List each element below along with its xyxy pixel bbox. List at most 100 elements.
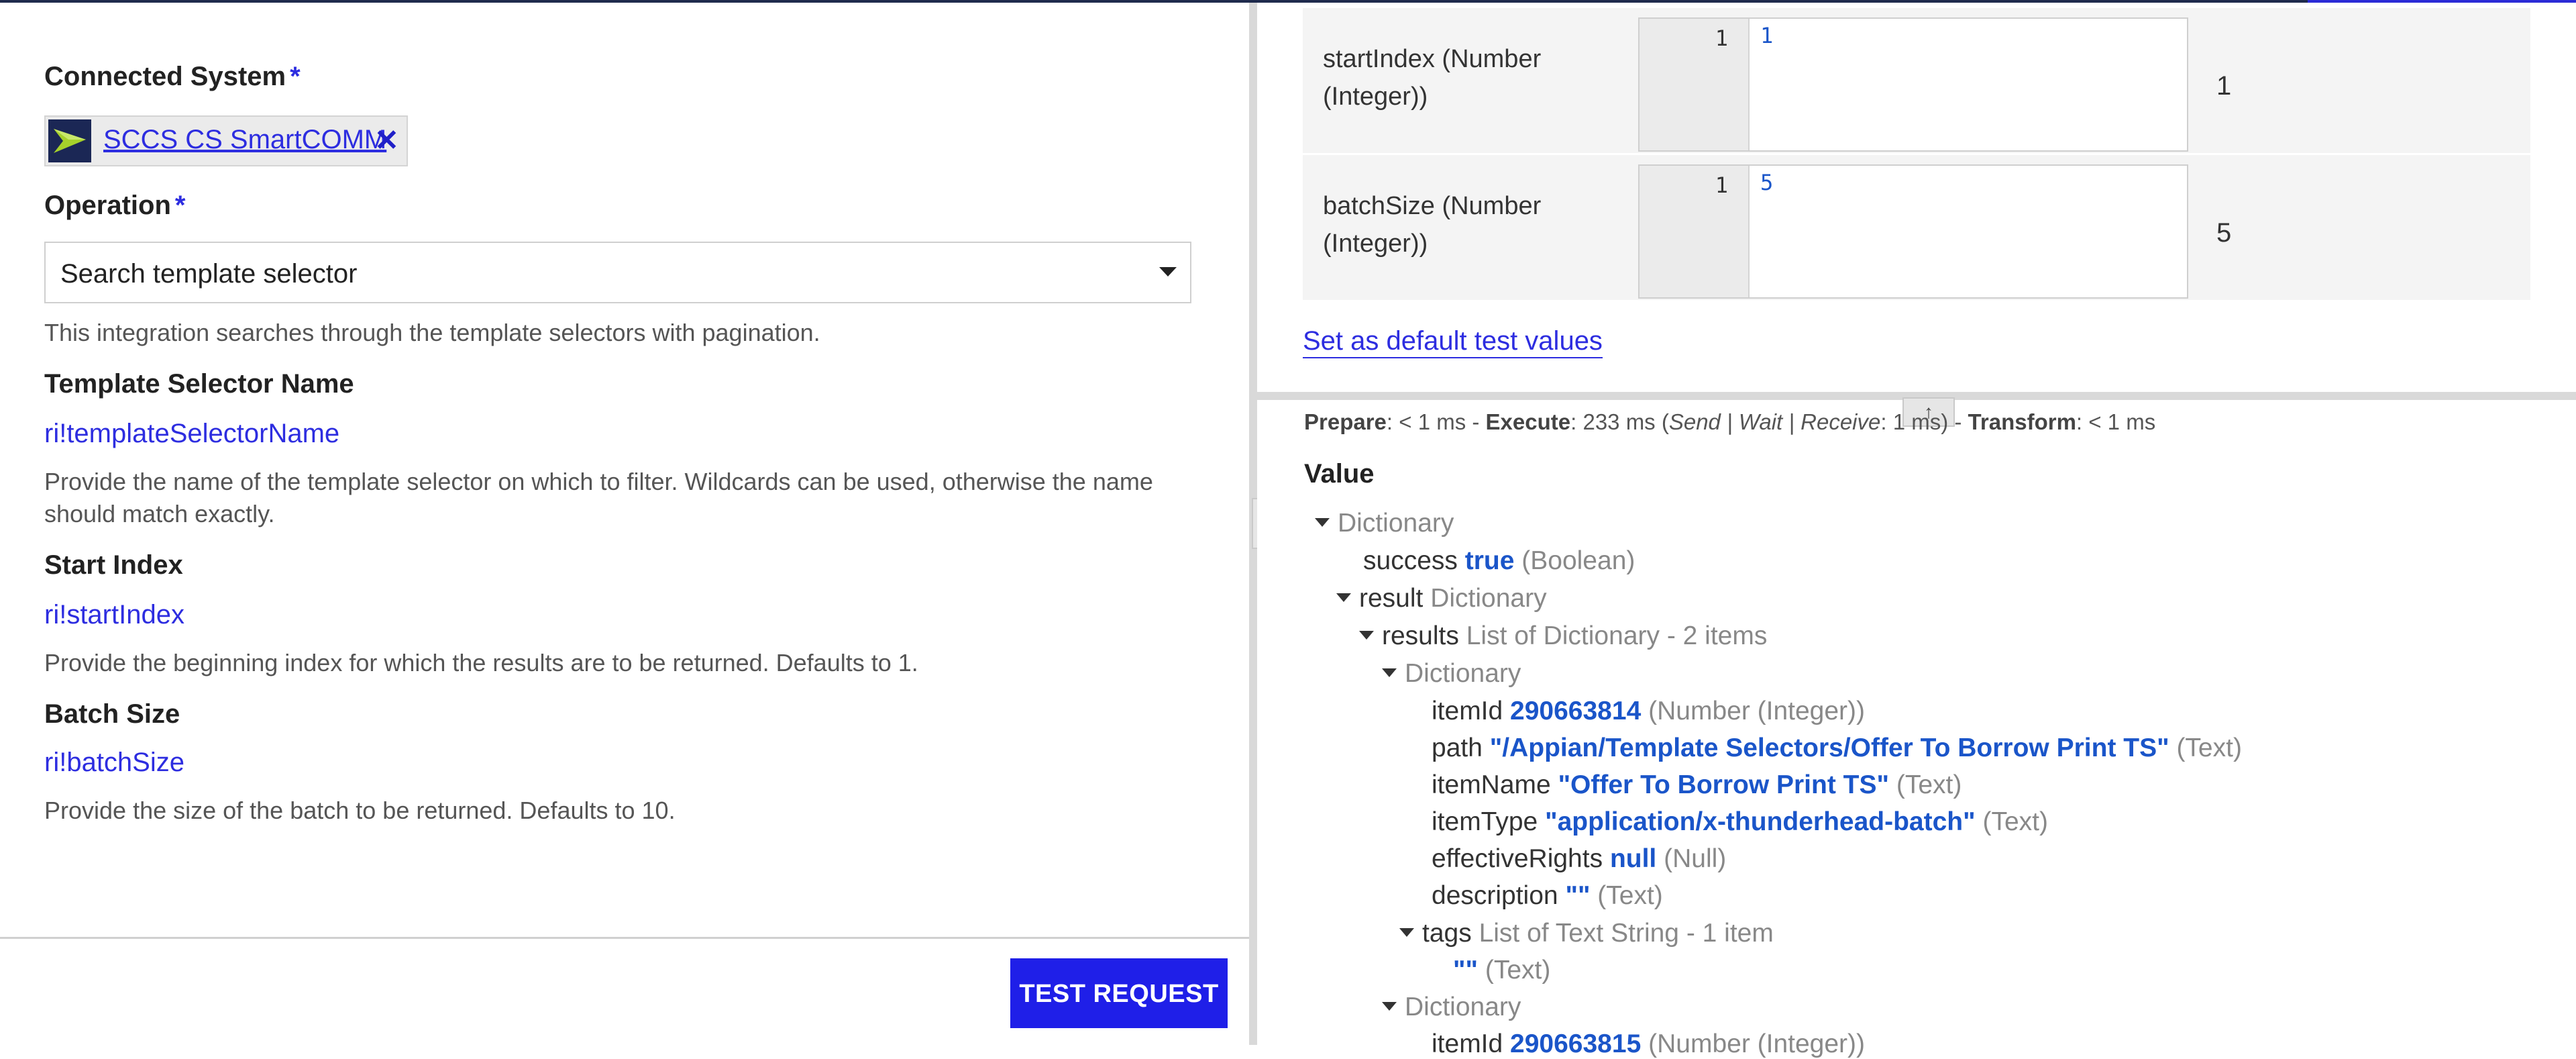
tree-value: "" <box>1453 956 1478 985</box>
tree-node: itemId 290663815 (Number (Integer)) <box>1432 1029 1865 1059</box>
timing-execute-label: Execute <box>1485 409 1571 434</box>
expression-editor[interactable]: 1 1 <box>1638 17 2188 152</box>
tree-key: success <box>1363 546 1458 575</box>
line-number: 1 <box>1715 26 1728 51</box>
tree-node: itemId 290663814 (Number (Integer)) <box>1432 697 1865 726</box>
connected-system-chip: SCCS CS SmartCOMM ✕ <box>44 115 408 166</box>
operation-description: This integration searches through the te… <box>44 319 820 346</box>
tree-node-root[interactable]: Dictionary <box>1315 509 1454 538</box>
tree-type: (Text) <box>1982 807 2048 836</box>
tree-node: description "" (Text) <box>1432 881 1663 911</box>
param-description: Provide the beginning index for which th… <box>44 649 918 676</box>
tree-type: Dictionary <box>1405 659 1521 688</box>
tree-type: (Text) <box>1597 881 1663 910</box>
connected-system-label-text: Connected System <box>44 62 286 91</box>
test-request-button[interactable]: TEST REQUEST <box>1010 958 1228 1028</box>
tree-type: (Null) <box>1664 844 1727 873</box>
table-row: batchSize (Number (Integer)) 1 5 5 <box>1303 155 2530 302</box>
tree-type: Dictionary <box>1405 993 1521 1021</box>
tree-value: 290663814 <box>1510 697 1642 725</box>
tree-value: null <box>1609 844 1657 873</box>
caret-down-icon <box>1382 668 1397 678</box>
tree-key: itemType <box>1432 807 1538 836</box>
tree-value: true <box>1464 546 1515 575</box>
chevron-down-icon <box>1159 267 1177 276</box>
operation-select[interactable]: Search template selector <box>44 242 1191 303</box>
param-label: Batch Size <box>44 699 180 729</box>
tree-type: Dictionary <box>1430 584 1547 613</box>
param-description: Provide the size of the batch to be retu… <box>44 797 676 824</box>
table-row: startIndex (Number (Integer)) 1 1 1 <box>1303 8 2530 155</box>
tree-value: 290663815 <box>1510 1029 1642 1058</box>
smartcomm-logo-icon <box>48 119 91 162</box>
tree-type: (Number (Integer)) <box>1648 697 1866 725</box>
input-result: 5 <box>2216 218 2232 248</box>
editor-code: 5 <box>1760 170 1774 195</box>
set-default-test-values-link[interactable]: Set as default test values <box>1303 325 1603 358</box>
caret-down-icon <box>1359 631 1374 640</box>
caret-down-icon <box>1336 593 1351 603</box>
input-name: startIndex (Number (Integer)) <box>1323 45 1542 111</box>
tree-type: (Text) <box>1485 956 1551 985</box>
required-mark: * <box>290 62 301 91</box>
test-panel: startIndex (Number (Integer)) 1 1 1 batc… <box>1257 3 2576 1058</box>
connected-system-label: Connected System * <box>44 62 301 92</box>
connected-system-link[interactable]: SCCS CS SmartCOMM <box>103 125 386 155</box>
tree-key: itemId <box>1432 697 1503 725</box>
tree-type: (Boolean) <box>1521 546 1635 575</box>
input-name: batchSize (Number (Integer)) <box>1323 192 1542 258</box>
tree-node[interactable]: results List of Dictionary - 2 items <box>1359 621 1767 651</box>
tree-node: effectiveRights null (Null) <box>1432 844 1726 874</box>
tree-type: Dictionary <box>1338 509 1454 538</box>
param-description: Provide the name of the template selecto… <box>44 468 1153 527</box>
integration-config-panel: Connected System * SCCS CS SmartCOMM ✕ Op… <box>0 3 1249 1045</box>
tree-node: itemType "application/x-thunderhead-batc… <box>1432 807 2048 837</box>
timing-transform-label: Transform <box>1968 409 2076 434</box>
tree-key: description <box>1432 881 1558 910</box>
tree-node: success true (Boolean) <box>1363 546 1635 576</box>
line-gutter: 1 <box>1640 19 1750 150</box>
param-label: Template Selector Name <box>44 369 354 399</box>
line-number: 1 <box>1715 172 1728 198</box>
tree-node[interactable]: tags List of Text String - 1 item <box>1399 919 1774 948</box>
tree-node[interactable]: result Dictionary <box>1336 584 1547 613</box>
input-result: 1 <box>2216 71 2232 101</box>
tree-value: "" <box>1565 881 1591 910</box>
tree-value: "Offer To Borrow Print TS" <box>1558 770 1889 799</box>
caret-down-icon <box>1382 1002 1397 1011</box>
timing-phases-value: : 1 ms) - <box>1880 409 1968 434</box>
expression-editor[interactable]: 1 5 <box>1638 164 2188 299</box>
tree-node[interactable]: Dictionary <box>1382 993 1521 1022</box>
timing-prepare-label: Prepare <box>1304 409 1387 434</box>
remove-connected-system-icon[interactable]: ✕ <box>374 126 399 156</box>
param-ref: ri!templateSelectorName <box>44 419 340 448</box>
operation-select-value: Search template selector <box>60 259 358 289</box>
caret-down-icon <box>1399 928 1414 938</box>
param-label: Start Index <box>44 550 183 580</box>
timing-execute-value: : 233 ms ( <box>1570 409 1669 434</box>
operation-label: Operation * <box>44 191 185 221</box>
tree-node: "" (Text) <box>1453 956 1550 985</box>
value-heading: Value <box>1304 459 1375 489</box>
required-mark: * <box>174 191 186 220</box>
timing-phases: Send | Wait | Receive <box>1668 409 1881 434</box>
tree-value: "application/x-thunderhead-batch" <box>1545 807 1976 836</box>
tree-key: path <box>1432 734 1483 762</box>
tree-node: path "/Appian/Template Selectors/Offer T… <box>1432 734 2242 763</box>
timing-prepare-value: : < 1 ms - <box>1386 409 1486 434</box>
line-gutter: 1 <box>1640 166 1750 297</box>
tree-key: tags <box>1422 919 1472 948</box>
tree-key: results <box>1382 621 1459 650</box>
editor-code: 1 <box>1760 23 1774 48</box>
tree-type: List of Dictionary - 2 items <box>1466 621 1768 650</box>
tree-type: (Text) <box>1896 770 1962 799</box>
tree-key: result <box>1359 584 1424 613</box>
param-ref: ri!batchSize <box>44 748 184 777</box>
tree-key: effectiveRights <box>1432 844 1603 873</box>
tree-node: itemName "Offer To Borrow Print TS" (Tex… <box>1432 770 1962 800</box>
footer-divider <box>0 937 1249 939</box>
tree-type: (Text) <box>2176 734 2242 762</box>
tree-node[interactable]: Dictionary <box>1382 659 1521 689</box>
tree-value: "/Appian/Template Selectors/Offer To Bor… <box>1489 734 2169 762</box>
timing-transform-value: : < 1 ms <box>2076 409 2156 434</box>
